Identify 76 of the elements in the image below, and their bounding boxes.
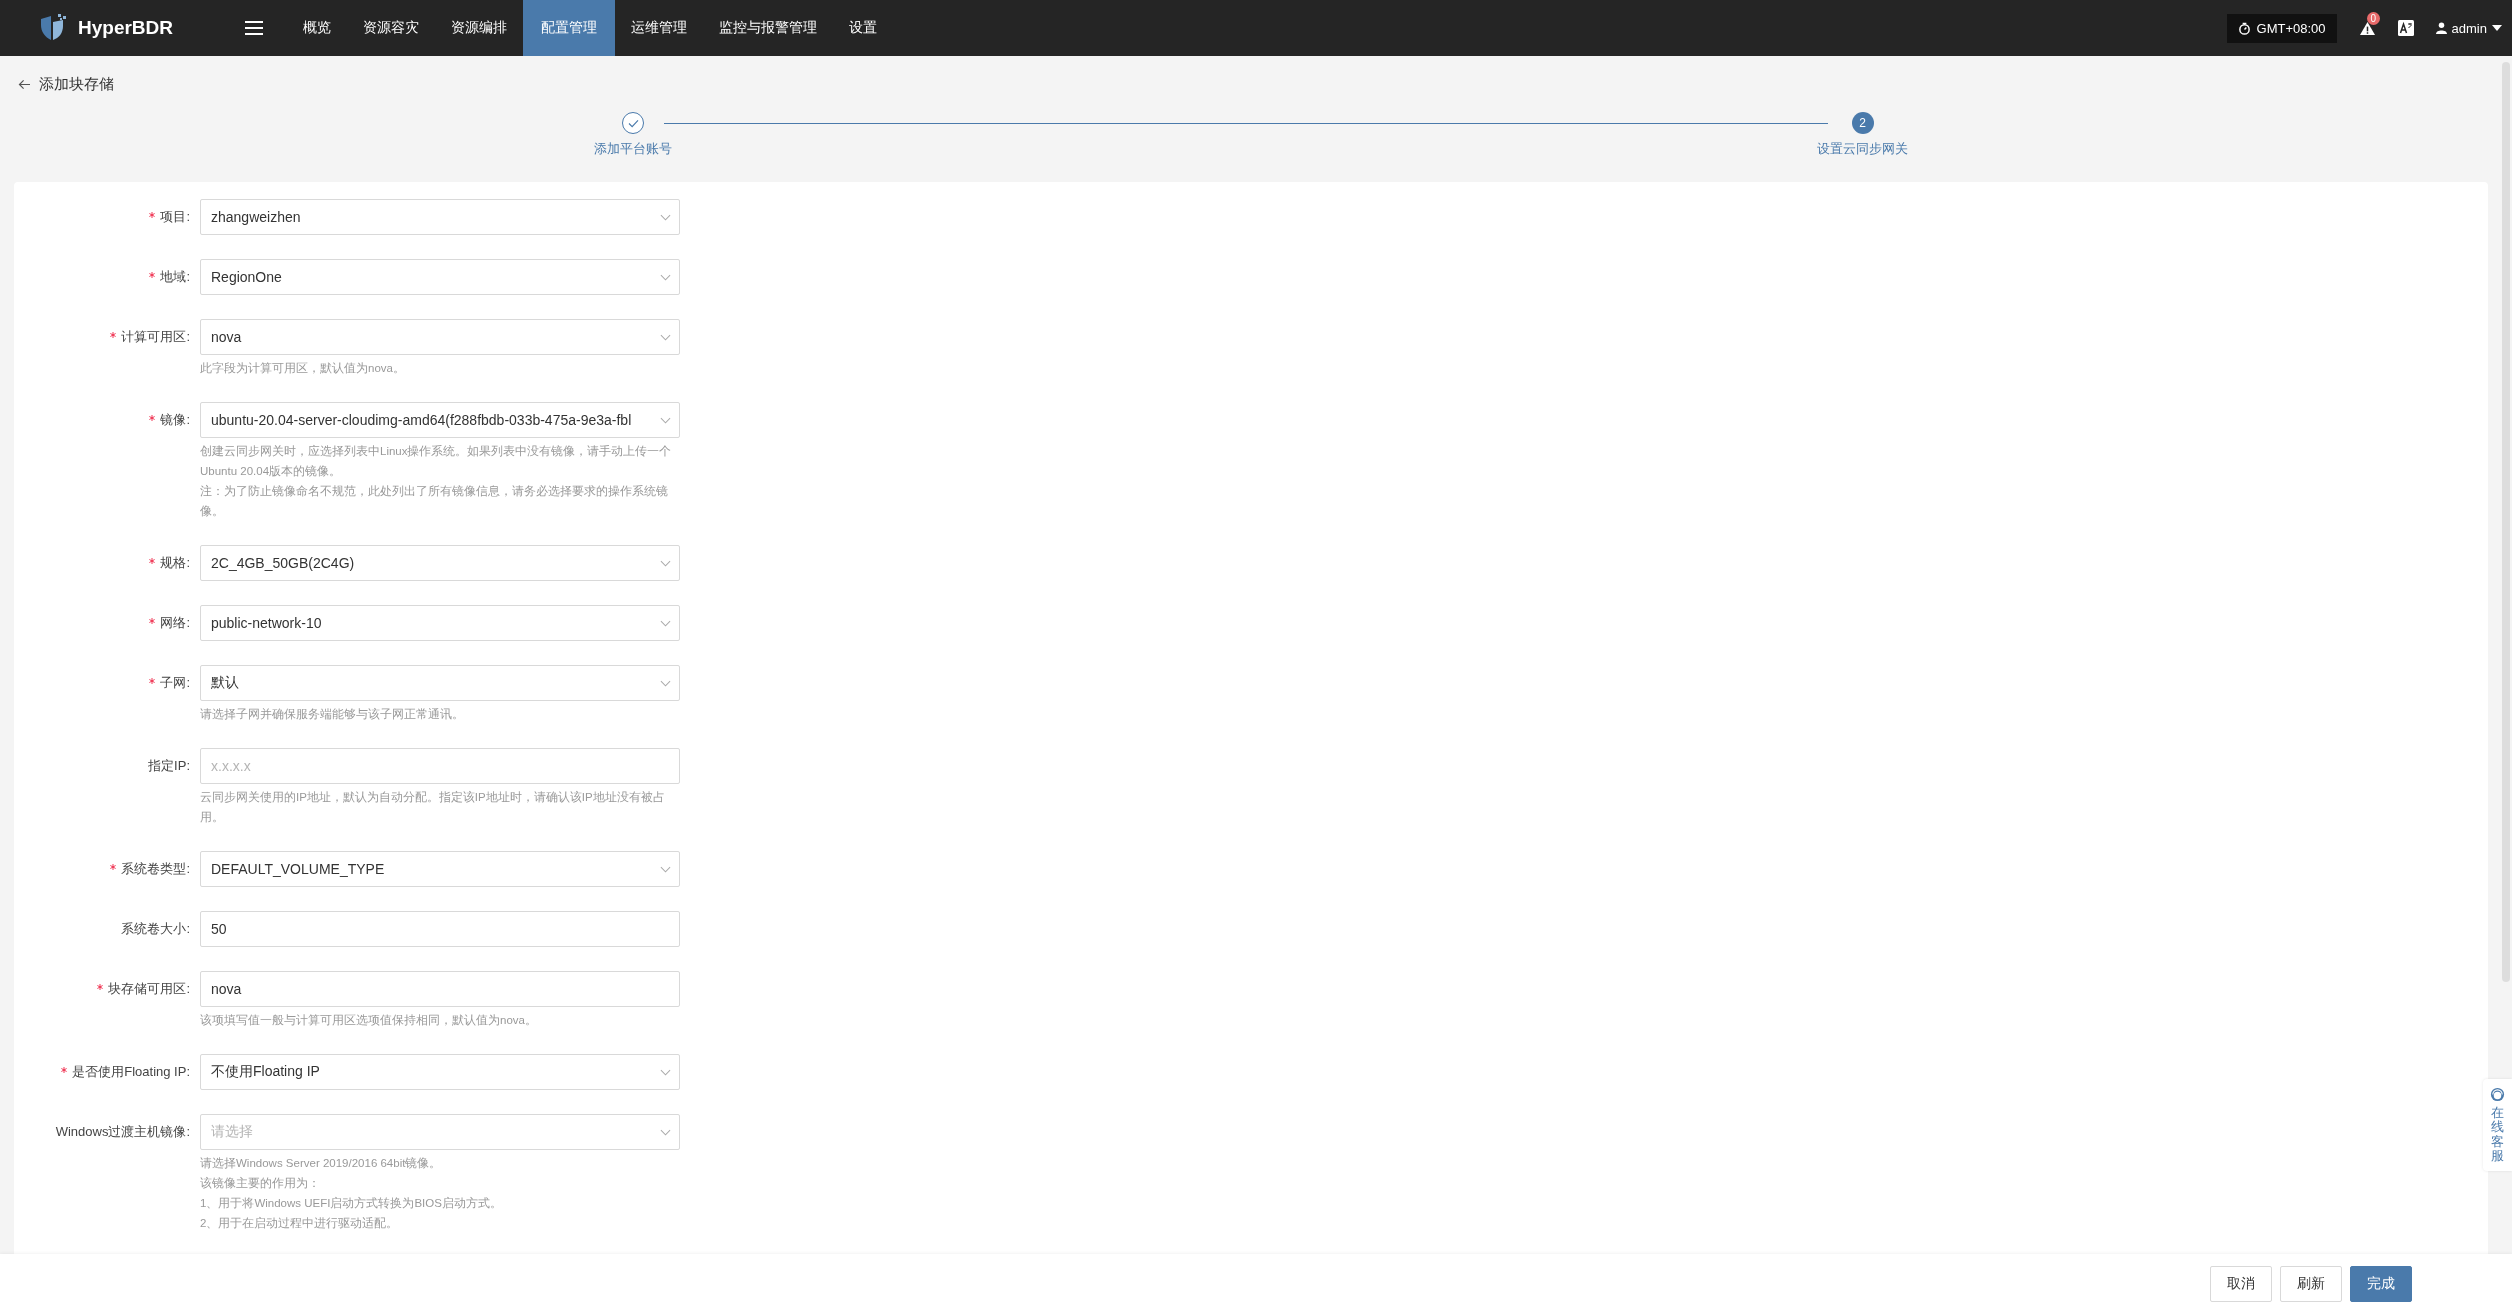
field-label: 地域: — [160, 268, 190, 286]
page-title: 添加块存储 — [39, 74, 114, 94]
field-label: 镜像: — [160, 411, 190, 429]
field-label: 指定IP: — [148, 757, 190, 775]
field-label: 块存储可用区: — [108, 980, 190, 998]
chevron-down-icon — [660, 417, 671, 424]
chevron-down-icon — [660, 560, 671, 567]
help-text: 请选择子网并确保服务端能够与该子网正常通讯。 — [200, 707, 465, 722]
select-field[interactable]: ubuntu-20.04-server-cloudimg-amd64(f288fbdb-033b-475a-9e3a-fbl — [200, 402, 680, 438]
support-tab[interactable]: 在线客服 — [2483, 1079, 2512, 1172]
chevron-down-icon — [660, 334, 671, 341]
nav-tab[interactable]: 资源容灾 — [347, 0, 435, 56]
step-label: 添加平台账号 — [594, 140, 672, 158]
footer-button[interactable]: 取消 — [2210, 1266, 2272, 1302]
step-label: 设置云同步网关 — [1817, 140, 1908, 158]
chevron-down-icon — [660, 214, 671, 221]
field-label: 是否使用Floating IP: — [72, 1063, 190, 1081]
nav-tab[interactable]: 配置管理 — [523, 0, 615, 56]
timezone-label: GMT+08:00 — [2256, 20, 2326, 36]
field-label: 子网: — [160, 674, 190, 692]
nav-tab[interactable]: 运维管理 — [615, 0, 703, 56]
app-name: HyperBDR — [78, 17, 174, 39]
help-text: 注：为了防止镜像命名不规范，此处列出了所有镜像信息，请务必选择要求的操作系统镜像。 — [200, 484, 669, 519]
field-label: 计算可用区: — [121, 328, 190, 346]
field-label: 系统卷类型: — [121, 860, 190, 878]
nav-tab[interactable]: 监控与报警管理 — [703, 0, 833, 56]
nav-tab[interactable]: 设置 — [833, 0, 893, 56]
select-field[interactable]: DEFAULT_VOLUME_TYPE — [200, 851, 680, 887]
select-field[interactable]: 默认 — [200, 665, 680, 701]
clock-icon — [2237, 21, 2251, 35]
chevron-down-icon — [660, 620, 671, 627]
warning-icon[interactable] — [2358, 20, 2376, 36]
back-arrow-icon[interactable] — [18, 78, 31, 90]
nav-tab[interactable]: 资源编排 — [435, 0, 523, 56]
caret-icon — [2492, 25, 2502, 31]
select-field[interactable]: zhangweizhen — [200, 199, 680, 235]
help-text: 1、用于将Windows UEFI启动方式转换为BIOS启动方式。 — [200, 1196, 503, 1211]
chevron-down-icon — [660, 866, 671, 873]
help-text: 2、用于在启动过程中进行驱动适配。 — [200, 1216, 400, 1231]
field-label: 网络: — [160, 614, 190, 632]
translate-icon[interactable] — [2397, 20, 2414, 36]
chevron-down-icon — [660, 274, 671, 281]
finish-button[interactable]: 完成 — [2350, 1266, 2412, 1302]
help-text: 该项填写值一般与计算可用区选项值保持相同，默认值为nova。 — [200, 1013, 538, 1028]
help-text: 请选择Windows Server 2019/2016 64bit镜像。 — [200, 1156, 443, 1171]
select-field[interactable]: public-network-10 — [200, 605, 680, 641]
help-text: 此字段为计算可用区，默认值为nova。 — [200, 361, 406, 376]
nav-tab[interactable]: 概览 — [287, 0, 347, 56]
support-label: 在线客服 — [2491, 1106, 2504, 1164]
chevron-down-icon — [660, 1129, 671, 1136]
help-text: 云同步网关使用的IP地址，默认为自动分配。指定该IP地址时，请确认该IP地址没有被占用。 — [200, 790, 666, 825]
user-icon — [2435, 22, 2447, 34]
select-field[interactable]: 2C_4GB_50GB(2C4G) — [200, 545, 680, 581]
field-label: 规格: — [160, 554, 190, 572]
alert-count-badge: 0 — [2366, 11, 2381, 25]
shield-logo-icon — [38, 13, 68, 43]
user-menu[interactable]: admin — [2435, 20, 2502, 36]
timezone-button[interactable]: GMT+08:00 — [2226, 13, 2337, 43]
help-text: 该镜像主要的作用为： — [200, 1176, 321, 1191]
help-text: 创建云同步网关时，应选择列表中Linux操作系统。如果列表中没有镜像，请手动上传一个Ubuntu 20.04版本的镜像。 — [200, 444, 673, 479]
field-label: 项目: — [160, 208, 190, 226]
chevron-down-icon — [660, 680, 671, 687]
field-label: 系统卷大小: — [121, 920, 190, 938]
select-field[interactable]: 不使用Floating IP — [200, 1054, 680, 1090]
menu-icon[interactable] — [245, 20, 263, 36]
user-name: admin — [2451, 20, 2487, 36]
headset-icon — [2490, 1087, 2505, 1102]
chevron-down-icon — [660, 1069, 671, 1076]
input-field[interactable]: nova — [200, 971, 680, 1007]
input-field[interactable]: 50 — [200, 911, 680, 947]
field-label: Windows过渡主机镜像: — [55, 1123, 190, 1141]
footer-button[interactable]: 刷新 — [2280, 1266, 2342, 1302]
step-number: 2 — [1851, 112, 1874, 134]
select-field[interactable]: nova — [200, 319, 680, 355]
input-field[interactable]: x.x.x.x — [200, 748, 680, 784]
select-field[interactable]: RegionOne — [200, 259, 680, 295]
